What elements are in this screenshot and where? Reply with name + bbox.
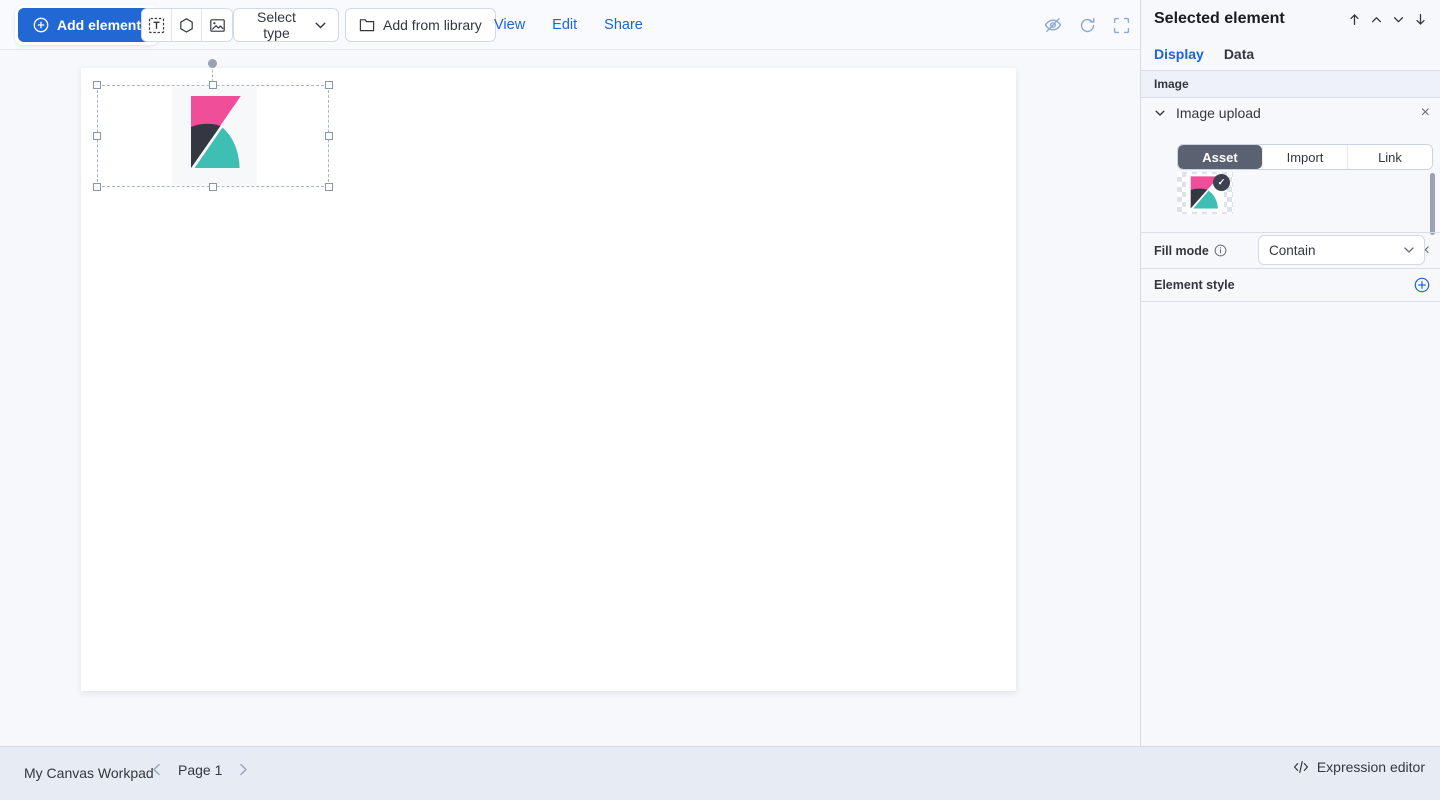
expression-editor-label: Expression editor (1317, 759, 1425, 775)
resize-handle-bottom-right[interactable] (325, 183, 333, 191)
refresh-button[interactable] (1079, 17, 1096, 34)
chevron-down-icon (1154, 107, 1166, 119)
nav-share-link[interactable]: Share (604, 17, 643, 33)
resize-handle-middle-left[interactable] (93, 132, 101, 140)
selected-element-panel: Selected element Display Data (1140, 0, 1440, 746)
element-order-controls (1348, 13, 1427, 26)
canvas-app: Add element Select type (0, 0, 1440, 800)
rotation-handle[interactable] (208, 59, 217, 68)
asset-thumbnail[interactable]: ✓ (1177, 172, 1233, 214)
kibana-logo-image (183, 96, 247, 176)
view-controls (1044, 0, 1130, 50)
panel-title: Selected element (1154, 10, 1285, 28)
previous-page-button[interactable] (148, 759, 165, 780)
page-controls: Page 1 (148, 759, 252, 780)
add-element-style-button[interactable] (1414, 277, 1430, 293)
text-element-button[interactable] (142, 9, 172, 41)
resize-handle-top-middle[interactable] (209, 81, 217, 89)
fill-mode-row: Fill mode Contain × (1154, 234, 1430, 267)
footer-bar: My Canvas Workpad Page 1 Expression edit… (0, 746, 1440, 800)
fill-mode-label: Fill mode (1154, 244, 1209, 258)
shape-element-icon (178, 17, 195, 34)
panel-tabs: Display Data (1154, 46, 1254, 72)
info-icon (1214, 244, 1227, 257)
chevron-left-icon (152, 763, 161, 776)
arrow-down-icon (1414, 13, 1427, 26)
resize-handle-bottom-middle[interactable] (209, 183, 217, 191)
source-import-button[interactable]: Import (1262, 145, 1347, 169)
panel-header: Selected element (1154, 10, 1427, 28)
panel-scrollbar[interactable] (1430, 173, 1435, 235)
move-to-top-button[interactable] (1348, 13, 1361, 26)
resize-handle-bottom-left[interactable] (93, 183, 101, 191)
resize-handle-middle-right[interactable] (325, 132, 333, 140)
add-from-library-button[interactable]: Add from library (345, 8, 496, 42)
tab-data[interactable]: Data (1224, 46, 1254, 72)
page-label[interactable]: Page 1 (178, 762, 222, 778)
move-down-button[interactable] (1392, 13, 1405, 26)
image-section-title: Image (1154, 77, 1189, 91)
chevron-down-icon (315, 22, 326, 29)
select-type-dropdown[interactable]: Select type (233, 8, 339, 42)
canvas-workspace (0, 50, 1140, 746)
add-from-library-label: Add from library (383, 17, 482, 33)
nav-view-link[interactable]: View (494, 17, 525, 33)
asset-selected-badge: ✓ (1213, 174, 1230, 191)
nav-edit-link[interactable]: Edit (552, 17, 577, 33)
resize-handle-top-right[interactable] (325, 81, 333, 89)
add-element-label: Add element (57, 17, 141, 33)
image-element-button[interactable] (202, 9, 232, 41)
image-element-icon (209, 17, 226, 34)
image-source-button-group: Asset Import Link (1177, 144, 1433, 170)
chevron-right-icon (239, 763, 248, 776)
move-to-bottom-button[interactable] (1414, 13, 1427, 26)
plus-in-circle-icon (33, 17, 49, 33)
chevron-down-icon (1392, 13, 1405, 26)
resize-handle-top-left[interactable] (93, 81, 101, 89)
arrow-up-icon (1348, 13, 1361, 26)
image-element-body (172, 87, 257, 185)
fill-mode-select[interactable]: Contain (1258, 235, 1425, 265)
element-style-row: Element style (1154, 269, 1430, 301)
hide-edit-controls-button[interactable] (1044, 16, 1062, 34)
eye-slash-icon (1044, 16, 1062, 34)
accordion-toggle-button[interactable] (1154, 107, 1166, 119)
fullscreen-button[interactable] (1113, 17, 1130, 34)
tab-display[interactable]: Display (1154, 46, 1204, 72)
add-element-button[interactable]: Add element (18, 8, 156, 42)
selected-image-element[interactable] (97, 85, 329, 187)
element-style-title: Element style (1154, 278, 1235, 292)
next-page-button[interactable] (235, 759, 252, 780)
quick-element-button-group (141, 8, 233, 42)
chevron-down-icon (1404, 247, 1414, 253)
select-type-label: Select type (246, 9, 307, 41)
add-element-button-wrap: Add element (15, 5, 159, 45)
chevron-up-icon (1370, 13, 1383, 26)
shape-element-button[interactable] (172, 9, 202, 41)
top-toolbar: Add element Select type (0, 0, 1140, 50)
folder-icon (359, 18, 375, 32)
expression-editor-toggle[interactable]: Expression editor (1293, 759, 1425, 775)
fill-mode-value: Contain (1269, 243, 1316, 258)
move-up-button[interactable] (1370, 13, 1383, 26)
source-link-button[interactable]: Link (1347, 145, 1432, 169)
divider (1141, 232, 1440, 233)
remove-image-upload-button[interactable]: × (1421, 105, 1430, 121)
source-asset-button[interactable]: Asset (1178, 145, 1262, 169)
text-element-icon (148, 17, 165, 34)
check-icon: ✓ (1218, 177, 1226, 188)
refresh-icon (1079, 17, 1096, 34)
code-icon (1293, 760, 1309, 774)
image-upload-label: Image upload (1176, 105, 1261, 121)
workpad-nav: View Edit Share (494, 0, 643, 50)
workpad-name[interactable]: My Canvas Workpad (24, 765, 154, 781)
image-upload-accordion: Image upload × (1154, 105, 1430, 121)
fullscreen-icon (1113, 17, 1130, 34)
plus-in-circle-icon (1414, 277, 1430, 293)
image-section-header: Image (1141, 70, 1440, 98)
divider (1141, 301, 1440, 302)
